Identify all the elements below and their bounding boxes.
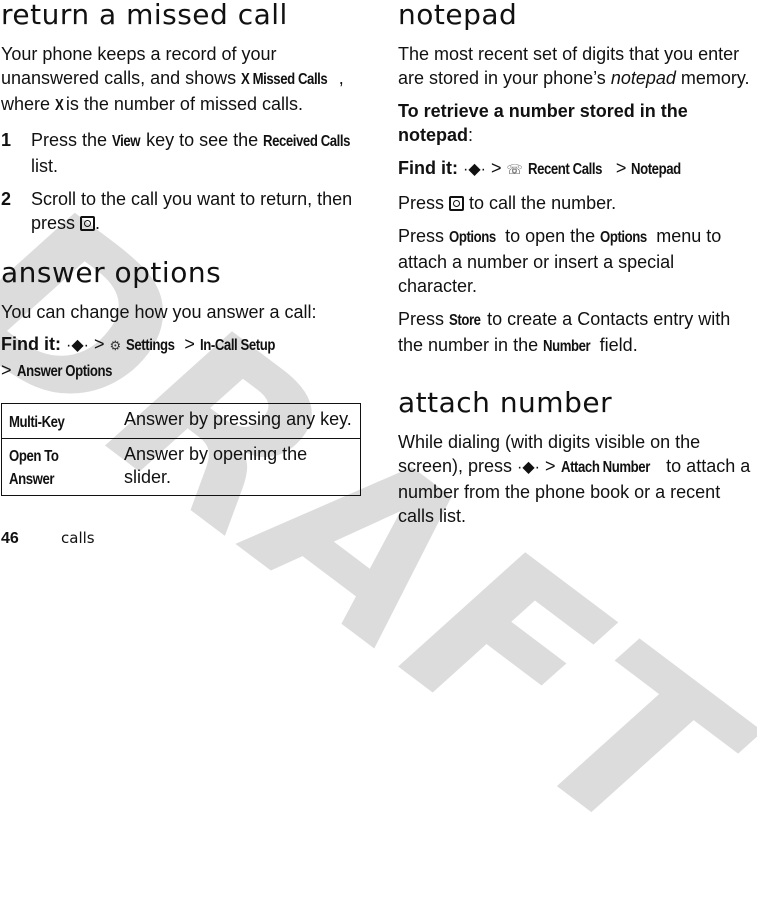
text: is the number of missed calls.: [60, 94, 303, 114]
text: Your phone keeps a record of your unansw…: [1, 44, 277, 88]
find-it-path: Find it: ·◆· > ☏ Recent Calls > Notepad: [398, 156, 757, 182]
step-text: Scroll to the call you want to return, t…: [31, 187, 363, 235]
path-item-settings: Settings: [126, 337, 175, 354]
step-1: 1 Press the View key to see the Received…: [1, 128, 363, 178]
section-title-attach-number: attach number: [398, 386, 613, 419]
key-name: Options: [449, 229, 496, 246]
step-number: 1: [1, 130, 12, 150]
answer-options-intro: You can change how you answer a call:: [1, 302, 317, 322]
path-separator: >: [615, 158, 627, 178]
step-text: Press the View key to see the Received C…: [31, 128, 363, 178]
menu-item-attach-number: Attach Number: [560, 459, 650, 476]
missed-call-intro: Your phone keeps a record of your unansw…: [1, 42, 363, 118]
nav-key-icon: ·◆·: [66, 337, 89, 354]
text: to open the: [500, 226, 601, 246]
send-key-icon: [80, 216, 96, 231]
page-number: 46: [1, 530, 19, 547]
text: Press the: [31, 130, 113, 150]
recent-calls-icon: ☏: [506, 162, 523, 177]
text: Press: [398, 193, 450, 213]
emphasis: notepad: [610, 68, 676, 88]
text: to call the number.: [464, 193, 617, 213]
text: memory.: [675, 68, 750, 88]
option-label: Multi-Key: [9, 414, 65, 431]
right-column: notepad The most recent set of digits th…: [398, 0, 757, 528]
option-description: Answer by pressing any key.: [122, 403, 361, 439]
menu-name: Options: [600, 229, 647, 246]
display-term: X: [55, 97, 64, 114]
page-footer: 46 calls: [1, 529, 95, 548]
key-name: Store: [449, 312, 481, 329]
left-column: return a missed call Your phone keeps a …: [1, 0, 363, 384]
text: :: [468, 125, 474, 145]
press-store-text: Press Store to create a Contacts entry w…: [398, 307, 757, 359]
table-row: Open To Answer Answer by opening the sli…: [1, 438, 361, 496]
attach-number-text: While dialing (with digits visible on th…: [398, 430, 757, 528]
path-separator: >: [545, 456, 556, 476]
display-term: X Missed Calls: [241, 71, 328, 88]
key-name: View: [112, 133, 141, 150]
section-name: calls: [61, 529, 95, 547]
text: list.: [31, 156, 58, 176]
section-title-return-missed-call: return a missed call: [1, 0, 288, 31]
text: Press: [398, 309, 450, 329]
step-2: 2 Scroll to the call you want to return,…: [1, 187, 363, 235]
press-options-text: Press Options to open the Options menu t…: [398, 224, 757, 298]
path-item-notepad: Notepad: [631, 161, 682, 178]
send-key-icon: [449, 196, 465, 211]
option-name: Open To Answer: [1, 438, 122, 496]
field-name: Number: [543, 338, 591, 355]
section-title-notepad: notepad: [398, 0, 518, 31]
retrieve-heading: To retrieve a number stored in the notep…: [398, 99, 757, 147]
path-separator: >: [490, 158, 502, 178]
find-it-label: Find it:: [398, 158, 458, 178]
text: To retrieve a number stored in the notep…: [398, 101, 688, 145]
option-description: Answer by opening the slider.: [122, 438, 361, 496]
path-item-answer-options: Answer Options: [16, 363, 113, 380]
notepad-intro: The most recent set of digits that you e…: [398, 42, 757, 90]
path-item-recent-calls: Recent Calls: [527, 161, 602, 178]
path-separator: >: [93, 334, 105, 354]
path-item-in-call-setup: In-Call Setup: [199, 337, 275, 354]
section-title-answer-options: answer options: [1, 256, 222, 289]
settings-icon: ⚙: [109, 338, 122, 353]
find-it-path: Find it: ·◆· > ⚙ Settings > In-Call Setu…: [1, 332, 363, 384]
step-number: 2: [1, 189, 12, 209]
nav-key-icon: ·◆·: [517, 459, 541, 476]
text: .: [95, 213, 101, 233]
table-row: Multi-Key Answer by pressing any key.: [1, 403, 361, 439]
path-separator: >: [1, 360, 12, 380]
press-call-text: Press to call the number.: [398, 191, 757, 215]
screen-name: Received Calls: [263, 133, 351, 150]
find-it-label: Find it:: [1, 334, 61, 354]
path-separator: >: [184, 334, 195, 354]
text: field.: [594, 335, 638, 355]
text: Press: [398, 226, 450, 246]
text: key to see the: [141, 130, 264, 150]
option-label: Open To Answer: [9, 448, 59, 488]
nav-key-icon: ·◆·: [463, 161, 486, 178]
answer-options-table: Multi-Key Answer by pressing any key. Op…: [1, 403, 361, 496]
option-name: Multi-Key: [1, 403, 122, 439]
